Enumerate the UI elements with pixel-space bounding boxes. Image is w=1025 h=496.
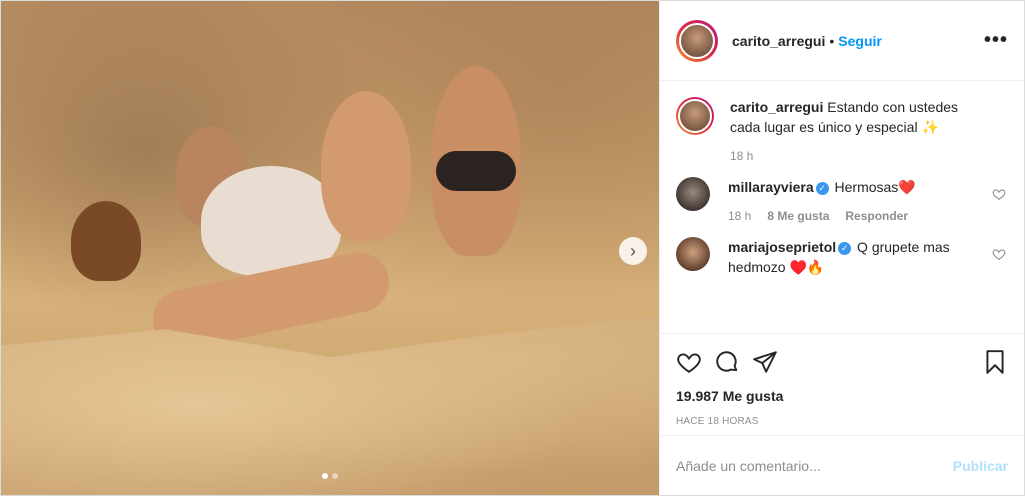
list-item: millarayviera ✓ Hermosas❤️ 18 h 8 Me gust… — [676, 177, 1008, 223]
comment-meta: 18 h 8 Me gusta Responder — [728, 209, 942, 223]
comments-list[interactable]: carito_arregui Estando con ustedes cada … — [660, 81, 1024, 333]
caption-text-block: carito_arregui Estando con ustedes cada … — [730, 97, 1008, 137]
next-photo-button[interactable]: › — [619, 237, 647, 265]
comment-username[interactable]: mariajoseprietol — [728, 239, 836, 255]
avatar[interactable] — [676, 237, 710, 271]
bookmark-icon[interactable] — [982, 349, 1008, 375]
photo-figure — [321, 91, 411, 241]
carousel-dot — [332, 473, 338, 479]
carousel-indicator — [1, 473, 659, 479]
list-item: mariajoseprietol ✓ Q grupete mas hedmozo … — [676, 237, 1008, 277]
verified-badge-icon: ✓ — [838, 242, 852, 255]
photo-figure — [436, 151, 516, 191]
likes-count[interactable]: 19.987 Me gusta — [676, 388, 1008, 404]
reply-button[interactable]: Responder — [845, 209, 908, 223]
photo-figure — [71, 201, 141, 281]
comment-username[interactable]: millarayviera — [728, 179, 814, 195]
follow-button[interactable]: Seguir — [838, 33, 882, 49]
header-username[interactable]: carito_arregui — [732, 33, 825, 49]
story-ring[interactable] — [676, 97, 714, 135]
heart-icon[interactable] — [676, 349, 702, 375]
caption-meta: 18 h — [730, 149, 1008, 163]
carousel-dot — [322, 473, 328, 479]
post-container: › carito_arregui • Seguir ••• carito_arr… — [0, 0, 1025, 496]
comment-likes[interactable]: 8 Me gusta — [767, 209, 829, 223]
avatar — [679, 22, 715, 59]
publish-button[interactable]: Publicar — [953, 458, 1008, 474]
action-icons — [676, 346, 1008, 378]
comment-icon[interactable] — [714, 349, 740, 375]
caption-time[interactable]: 18 h — [730, 149, 753, 163]
caption-username[interactable]: carito_arregui — [730, 99, 823, 115]
comment-text: Hermosas❤️ — [834, 179, 916, 195]
comment-input[interactable] — [676, 457, 953, 474]
more-options-icon[interactable]: ••• — [984, 29, 1008, 52]
header-separator: • — [829, 32, 835, 49]
story-ring[interactable] — [676, 19, 718, 62]
like-comment-heart-icon[interactable] — [992, 247, 1006, 261]
avatar[interactable] — [676, 177, 710, 211]
avatar — [678, 99, 712, 133]
comment-time[interactable]: 18 h — [728, 209, 751, 223]
caption: carito_arregui Estando con ustedes cada … — [676, 97, 1008, 163]
post-actions: 19.987 Me gusta HACE 18 HORAS — [660, 333, 1024, 435]
post-sidebar: carito_arregui • Seguir ••• carito_arreg… — [659, 1, 1024, 495]
post-photo[interactable]: › — [1, 1, 659, 495]
chevron-right-icon: › — [630, 241, 636, 261]
comment-text-block: millarayviera ✓ Hermosas❤️ — [728, 177, 942, 197]
comment-text-block: mariajoseprietol ✓ Q grupete mas hedmozo … — [728, 237, 1008, 277]
add-comment-bar: Publicar — [660, 435, 1024, 495]
verified-badge-icon: ✓ — [815, 182, 829, 195]
share-icon[interactable] — [752, 349, 778, 375]
post-timestamp[interactable]: HACE 18 HORAS — [676, 416, 1008, 427]
post-header: carito_arregui • Seguir ••• — [660, 1, 1024, 81]
like-comment-heart-icon[interactable] — [992, 187, 1006, 201]
